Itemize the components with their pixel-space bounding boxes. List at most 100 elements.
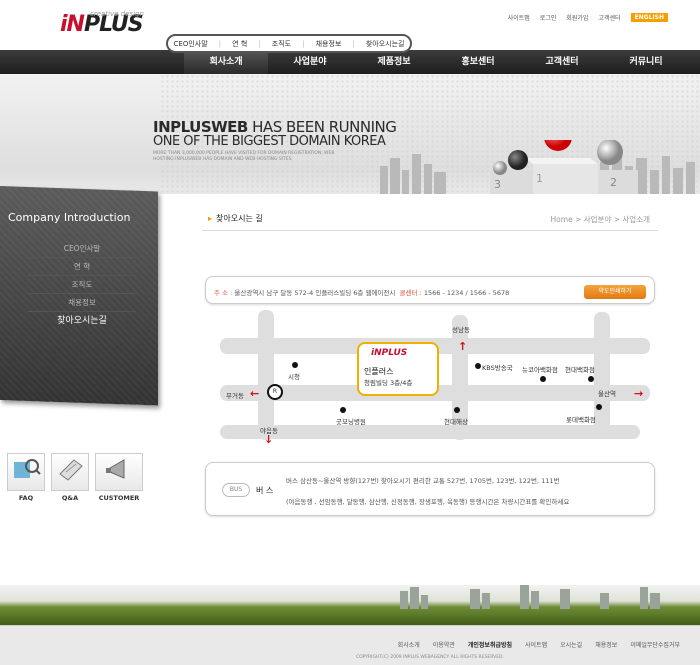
customer-button[interactable]: CUSTOMER xyxy=(95,453,143,502)
svg-text:2: 2 xyxy=(610,176,617,189)
label-good-morning-hospital: 굿모닝병원 xyxy=(336,418,366,426)
label-hyundai-haesang: 현대해상 xyxy=(444,418,468,426)
qna-button[interactable]: Q&A xyxy=(51,453,89,502)
hero-banner: INPLUSWEB HAS BEEN RUNNING ONE OF THE BI… xyxy=(0,74,700,194)
banner-description: MORE THAN 3,000,000 PEOPLE HAVE VISITED … xyxy=(153,151,335,162)
page-title: ▸ 찾아오시는 길 xyxy=(208,214,263,223)
subnav-separator: | xyxy=(218,39,222,48)
svg-text:1: 1 xyxy=(536,172,543,185)
pin-building: 청림빌딩 3층/4층 xyxy=(364,379,413,387)
sidebar-item-history[interactable]: 연 혁 xyxy=(28,258,136,276)
notepad-icon xyxy=(59,459,83,481)
map-dot xyxy=(292,362,298,368)
footer-link-email-policy[interactable]: 이메일무단수집거부 xyxy=(630,640,680,649)
grass-city-image xyxy=(0,585,700,625)
print-map-button[interactable]: 약도인쇄하기 xyxy=(584,285,646,299)
subnav-ceo[interactable]: CEO인사말 xyxy=(174,39,208,49)
nav-products[interactable]: 제품정보 xyxy=(352,50,436,74)
roundabout-icon: R xyxy=(267,384,283,400)
customer-label: CUSTOMER xyxy=(98,494,140,502)
utility-customer-center[interactable]: 고객센터 xyxy=(598,13,620,22)
subnav-separator: | xyxy=(352,39,355,48)
bus-line-2: (야음동행 , 선암동행, 달동행, 삼산행, 신정동행, 장생포행, 옥동행)… xyxy=(286,498,570,506)
copyright: COPYRIGHT(C) 2009 INPLUS WEBAGENCY ALL R… xyxy=(356,655,504,660)
nav-pr-center[interactable]: 홍보센터 xyxy=(436,50,520,74)
address-text: 주 소 : 울산광역시 남구 달동 572-4 인플러스빌딩 6층 웹에이전시 … xyxy=(214,289,510,297)
qna-label: Q&A xyxy=(61,494,79,502)
label-newcore: 뉴코아백화점 xyxy=(522,366,558,374)
faq-label: FAQ xyxy=(18,494,34,502)
quick-menu: FAQ Q&A CUSTOMER xyxy=(7,453,143,502)
label-sicheong: 시청 xyxy=(288,373,300,381)
pin-brand: iNPLUS xyxy=(371,348,408,358)
map-dot xyxy=(475,363,481,369)
bus-badge: BUS xyxy=(222,483,250,497)
road-horizontal-bottom xyxy=(220,425,640,439)
logo-pre: iN xyxy=(60,12,85,37)
footer: 회사소개 이용약관 개인정보취급방침 사이트맵 오시는길 채용정보 이메일무단수… xyxy=(0,625,700,665)
footer-skyline-image xyxy=(400,585,660,609)
arrow-up-icon: ↑ xyxy=(458,340,468,353)
label-ulsan-station: 울산역 xyxy=(598,390,616,398)
faq-button[interactable]: FAQ xyxy=(7,453,45,502)
main-navigation: 회사소개 사업분야 제품정보 홍보센터 고객센터 커뮤니티 xyxy=(0,50,700,74)
bullet-arrow-icon: ▸ xyxy=(208,214,213,223)
label-hyundai-dept: 현대백화점 xyxy=(565,366,595,374)
footer-link-company[interactable]: 회사소개 xyxy=(398,640,420,649)
label-seongnam: 성남동 xyxy=(452,326,470,334)
svg-text:3: 3 xyxy=(494,178,501,191)
subnav-organization[interactable]: 조직도 xyxy=(272,39,291,49)
sidebar-item-ceo[interactable]: CEO인사말 xyxy=(28,240,136,258)
utility-sitemap[interactable]: 사이트맵 xyxy=(508,13,530,22)
logo[interactable]: creative design iNPLUS xyxy=(60,10,144,37)
bus-info-box: BUS 버 스 버스 삼산동~울산역 방향(127번) 찾아오시기 편리한 교통… xyxy=(205,462,655,516)
map-dot xyxy=(588,376,594,382)
footer-link-recruit[interactable]: 채용정보 xyxy=(595,640,617,649)
bus-line-1: 버스 삼산동~울산역 방향(127번) 찾아오시기 편리한 교통 527번, 1… xyxy=(286,477,560,485)
breadcrumb: Home > 사업분야 > 사업소개 xyxy=(550,215,650,224)
arrow-right-icon: → xyxy=(634,387,644,400)
banner-subheadline: ONE OF THE BIGGEST DOMAIN KOREA xyxy=(153,134,386,149)
podium-spheres-image: 1 2 3 xyxy=(490,140,638,194)
location-map: iNPLUS 인플러스 청림빌딩 3층/4층 시청 성남동 ↑ KBS방송국 뉴… xyxy=(220,310,650,450)
address-box: 주 소 : 울산광역시 남구 달동 572-4 인플러스빌딩 6층 웹에이전시 … xyxy=(205,276,655,304)
sub-navigation: CEO인사말 | 연 혁 | 조직도 | 채용정보 | 찾아오시는길 xyxy=(166,34,412,53)
road-vertical-right xyxy=(594,312,610,437)
footer-link-privacy[interactable]: 개인정보취급방침 xyxy=(468,640,512,649)
sidebar-item-recruit[interactable]: 채용정보 xyxy=(28,294,136,312)
footer-link-sitemap[interactable]: 사이트맵 xyxy=(525,640,547,649)
magnifier-icon xyxy=(14,459,41,478)
footer-links: 회사소개 이용약관 개인정보취급방침 사이트맵 오시는길 채용정보 이메일무단수… xyxy=(398,640,680,649)
subnav-recruit[interactable]: 채용정보 xyxy=(316,39,342,49)
megaphone-icon xyxy=(106,459,125,479)
subnav-history[interactable]: 연 혁 xyxy=(232,39,247,49)
subnav-separator: | xyxy=(302,39,305,48)
sidebar-menu: CEO인사말 연 혁 조직도 채용정보 찾아오시는길 xyxy=(28,240,136,330)
nav-business[interactable]: 사업분야 xyxy=(268,50,352,74)
utility-nav: 사이트맵 로그인 회원가입 고객센터 ENGLISH xyxy=(508,13,668,22)
sidebar-item-organization[interactable]: 조직도 xyxy=(28,276,136,294)
bus-heading: 버 스 xyxy=(256,486,274,495)
map-dot xyxy=(340,407,346,413)
nav-community[interactable]: 커뮤니티 xyxy=(604,50,688,74)
page-header: ▸ 찾아오시는 길 Home > 사업분야 > 사업소개 xyxy=(202,207,658,231)
map-dot xyxy=(454,407,460,413)
logo-tagline: creative design xyxy=(90,10,144,18)
utility-login[interactable]: 로그인 xyxy=(540,13,557,22)
road-vertical-left xyxy=(258,310,274,440)
map-dot xyxy=(540,376,546,382)
label-lotte: 롯데백화점 xyxy=(566,416,596,424)
footer-link-location[interactable]: 오시는길 xyxy=(560,640,582,649)
inplus-location-pin[interactable]: iNPLUS 인플러스 청림빌딩 3층/4층 xyxy=(357,342,439,396)
sidebar-item-location[interactable]: 찾아오시는길 xyxy=(28,312,136,330)
nav-company[interactable]: 회사소개 xyxy=(184,50,268,74)
nav-customer-center[interactable]: 고객센터 xyxy=(520,50,604,74)
footer-link-terms[interactable]: 이용약관 xyxy=(433,640,455,649)
utility-join[interactable]: 회원가입 xyxy=(566,13,588,22)
sidebar-title: Company Introduction xyxy=(8,211,131,224)
map-dot xyxy=(596,404,602,410)
subnav-location[interactable]: 찾아오시는길 xyxy=(366,39,405,49)
label-kbs: KBS방송국 xyxy=(482,364,513,372)
label-mugeodong: 무거동 xyxy=(226,392,244,400)
english-button[interactable]: ENGLISH xyxy=(630,13,668,22)
